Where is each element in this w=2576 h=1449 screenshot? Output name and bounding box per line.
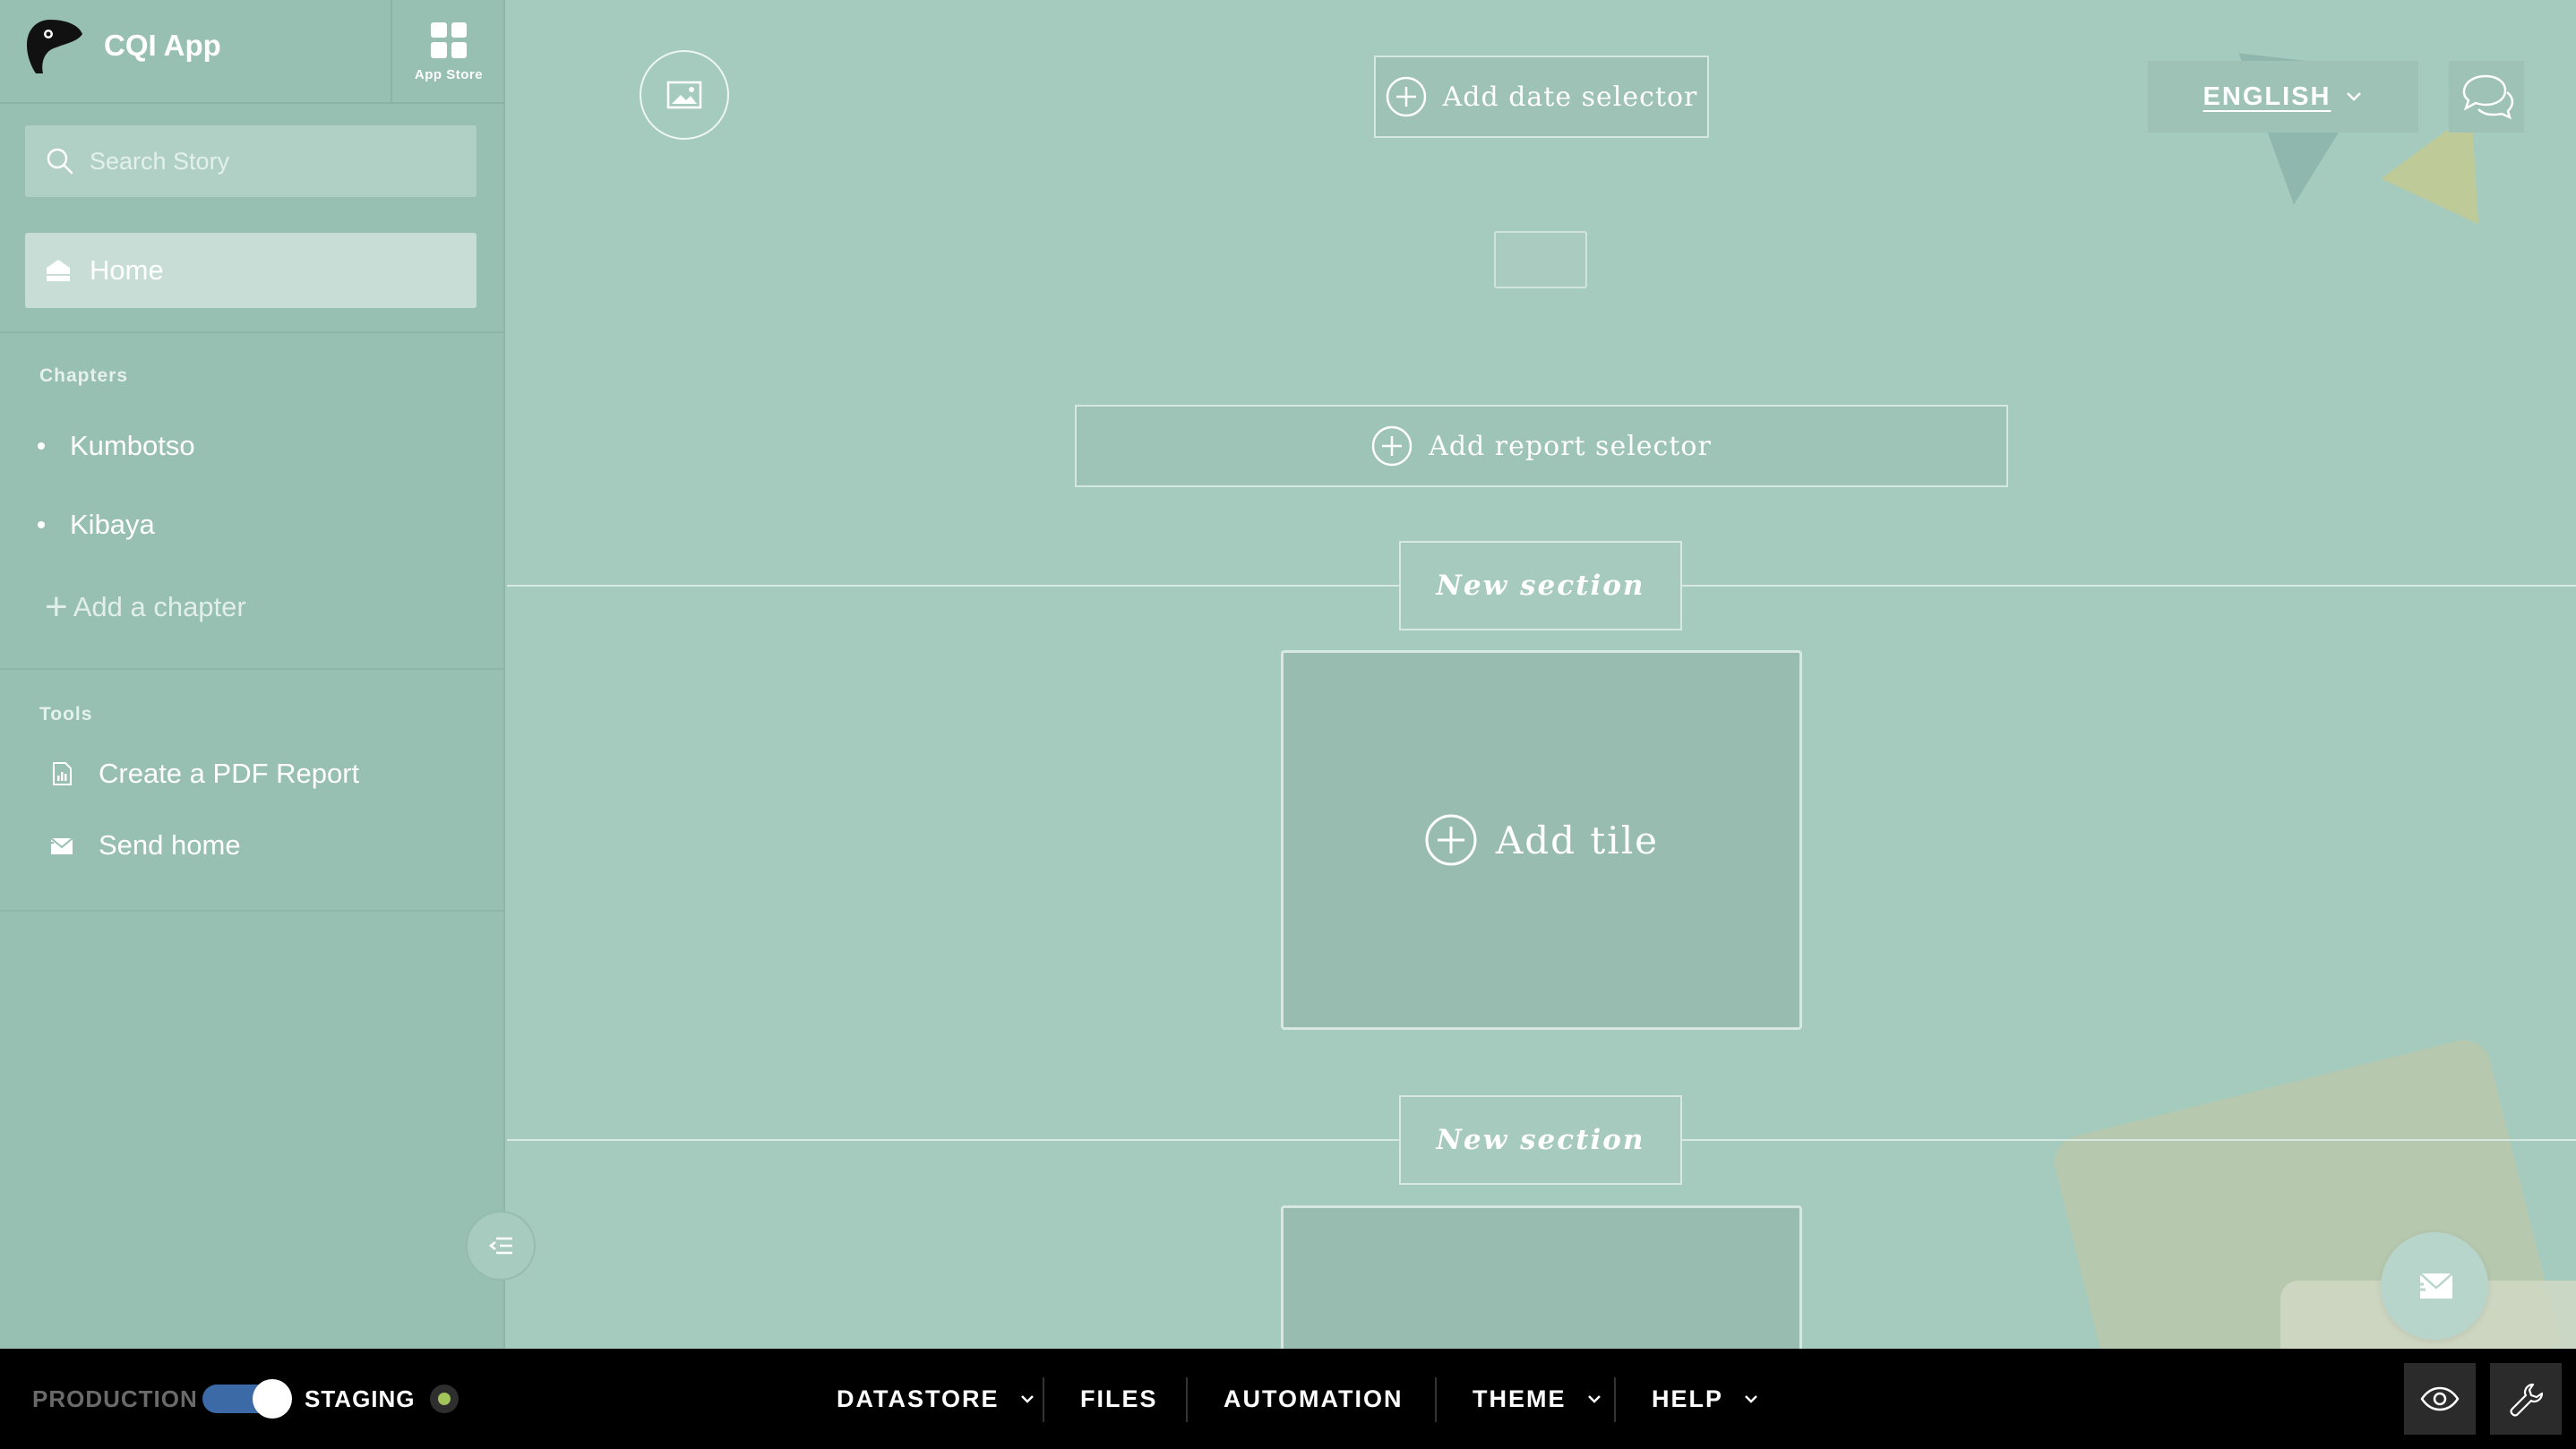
sidebar-item-label: Home (90, 254, 164, 286)
chapter-item-kibaya[interactable]: Kibaya (38, 509, 155, 541)
app-store-button[interactable]: App Store (391, 0, 505, 104)
menu-label: FILES (1080, 1385, 1158, 1412)
eye-icon (2420, 1386, 2460, 1411)
plus-circle-icon (1371, 425, 1413, 467)
add-report-selector-button[interactable]: Add report selector (1075, 405, 2008, 487)
app-store-label: App Store (414, 66, 484, 82)
menu-separator (1186, 1377, 1188, 1422)
menu-label: HELP (1652, 1385, 1724, 1412)
pdf-report-icon (53, 762, 72, 785)
menu-help[interactable]: HELP (1652, 1349, 1759, 1449)
divider (0, 910, 505, 912)
menu-datastore[interactable]: DATASTORE (837, 1349, 1035, 1449)
add-image-button[interactable] (640, 50, 729, 140)
menu-separator (1435, 1377, 1437, 1422)
chapter-item-kumbotso[interactable]: Kumbotso (38, 430, 195, 462)
chapter-label: Kibaya (70, 509, 155, 540)
search-icon (47, 148, 73, 175)
tool-label: Send home (99, 829, 241, 861)
menu-separator (1043, 1377, 1044, 1422)
menu-label: THEME (1473, 1385, 1567, 1412)
add-date-selector-button[interactable]: Add date selector (1374, 56, 1709, 138)
chat-bubbles-icon (2462, 74, 2514, 120)
add-chapter-label: Add a chapter (73, 591, 246, 622)
tools-heading: Tools (39, 704, 93, 724)
tool-create-pdf-report[interactable]: Create a PDF Report (48, 758, 359, 790)
plus-icon: + (45, 585, 68, 629)
tile-placeholder[interactable] (1281, 1205, 1802, 1349)
section-title[interactable]: New section (1399, 1095, 1682, 1185)
chevron-down-icon (2347, 92, 2362, 101)
search-box[interactable] (25, 125, 477, 197)
wrench-icon (2510, 1383, 2544, 1417)
status-indicator (430, 1385, 459, 1413)
language-selector[interactable]: ENGLISH (2148, 61, 2418, 133)
menu-label: DATASTORE (837, 1385, 1000, 1412)
image-icon (666, 81, 702, 109)
sidebar-item-home[interactable]: Home (25, 233, 477, 308)
comments-button[interactable] (2449, 61, 2524, 133)
add-report-selector-label: Add report selector (1429, 430, 1712, 462)
divider (0, 331, 505, 333)
section-title[interactable]: New section (1399, 541, 1682, 630)
divider (0, 668, 505, 670)
app-title: CQI App (104, 29, 221, 62)
chevron-down-icon (1745, 1395, 1757, 1403)
tool-send-home[interactable]: Send home (48, 829, 241, 862)
language-label: ENGLISH (2202, 81, 2331, 111)
search-input[interactable] (90, 147, 466, 176)
add-tile-label: Add tile (1495, 818, 1660, 862)
plus-circle-icon (1425, 814, 1477, 866)
staging-label[interactable]: STAGING (305, 1385, 416, 1413)
production-label[interactable]: PRODUCTION (32, 1385, 198, 1413)
toggle-knob (253, 1379, 292, 1419)
chapter-label: Kumbotso (70, 430, 195, 461)
menu-label: AUTOMATION (1224, 1385, 1404, 1412)
add-chapter-button[interactable]: + Add a chapter (45, 587, 246, 627)
chevron-down-icon (1587, 1395, 1601, 1403)
send-home-icon (48, 837, 73, 854)
add-date-selector-label: Add date selector (1442, 81, 1698, 113)
chapters-heading: Chapters (39, 365, 129, 386)
bullet-icon (38, 521, 45, 528)
main-canvas: Add date selector Add report selector EN… (507, 0, 2576, 1349)
menu-automation[interactable]: AUTOMATION (1224, 1349, 1403, 1449)
send-home-fab[interactable] (2381, 1232, 2488, 1340)
send-home-icon (2413, 1273, 2453, 1299)
sidebar: CQI App App Store Home Chapters Kumbotso… (0, 0, 505, 1349)
chevron-down-icon (1020, 1395, 1034, 1403)
placeholder-box[interactable] (1494, 231, 1587, 288)
settings-button[interactable] (2490, 1363, 2562, 1435)
plus-circle-icon (1386, 76, 1426, 117)
menu-theme[interactable]: THEME (1473, 1349, 1602, 1449)
add-tile-button[interactable]: Add tile (1281, 650, 1802, 1030)
bottom-toolbar: PRODUCTION STAGING DATASTORE FILES AUTOM… (0, 1349, 2576, 1449)
sidebar-header: CQI App App Store (0, 0, 505, 104)
app-store-grid-icon (431, 21, 467, 58)
preview-button[interactable] (2404, 1363, 2476, 1435)
menu-files[interactable]: FILES (1080, 1349, 1158, 1449)
tool-label: Create a PDF Report (99, 758, 360, 789)
toucan-logo-icon[interactable] (23, 16, 84, 75)
environment-toggle[interactable] (202, 1379, 292, 1419)
home-icon (47, 260, 70, 281)
menu-separator (1614, 1377, 1616, 1422)
bullet-icon (38, 442, 45, 450)
